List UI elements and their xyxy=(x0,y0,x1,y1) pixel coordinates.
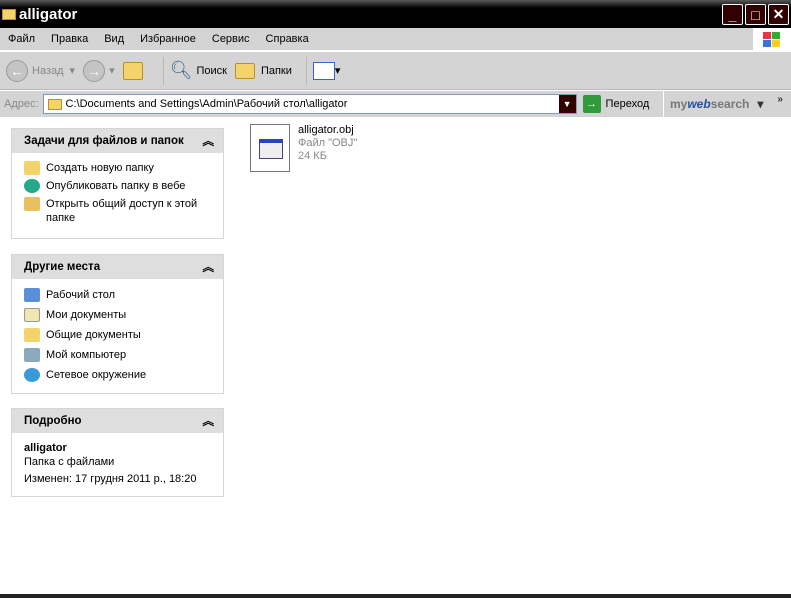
maximize-button[interactable]: □ xyxy=(745,4,766,25)
back-button[interactable]: ← Назад ▾ xyxy=(6,59,75,82)
folder-icon xyxy=(2,8,16,20)
place-shared-documents[interactable]: Общие документы xyxy=(24,328,213,342)
task-label: Создать новую папку xyxy=(46,162,154,174)
details-modified: Изменен: 17 грудня 2011 р., 18:20 xyxy=(24,473,197,485)
desktop-icon xyxy=(24,288,40,302)
minimize-button[interactable]: _ xyxy=(722,4,743,25)
folder-icon xyxy=(24,328,40,342)
tasks-header[interactable]: Задачи для файлов и папок ︽ xyxy=(12,129,223,153)
file-item[interactable]: alligator.obj Файл "OBJ" 24 КБ xyxy=(250,124,357,172)
menu-favorites[interactable]: Избранное xyxy=(132,33,204,45)
forward-arrow-icon: → xyxy=(83,59,106,82)
place-label: Рабочий стол xyxy=(46,289,116,301)
network-icon xyxy=(24,368,40,382)
place-my-computer[interactable]: Мой компьютер xyxy=(24,348,213,362)
brand-my: my xyxy=(670,97,688,111)
place-label: Мои документы xyxy=(46,309,127,321)
task-new-folder[interactable]: Создать новую папку xyxy=(24,161,213,175)
back-label: Назад xyxy=(32,64,64,77)
places-title: Другие места xyxy=(24,261,101,273)
places-header[interactable]: Другие места ︽ xyxy=(12,255,223,279)
divider xyxy=(305,56,307,85)
address-value: C:\Documents and Settings\Admin\Рабочий … xyxy=(65,98,348,110)
documents-icon xyxy=(24,308,40,322)
details-panel: Подробно ︽ alligator Папка с файлами Изме… xyxy=(11,408,224,497)
address-input[interactable]: C:\Documents and Settings\Admin\Рабочий … xyxy=(42,94,577,114)
go-label: Переход xyxy=(605,98,650,110)
folder-icon xyxy=(47,98,62,110)
search-button[interactable]: 🔍︎ Поиск xyxy=(170,60,227,81)
shared-folder-icon xyxy=(24,197,40,211)
task-label: Опубликовать папку в вебе xyxy=(46,180,186,192)
brand-web: web xyxy=(687,97,711,111)
title-bar: alligator _ □ ✕ xyxy=(0,0,791,28)
search-label: Поиск xyxy=(196,64,227,77)
place-network[interactable]: Сетевое окружение xyxy=(24,368,213,382)
details-type: Папка с файлами xyxy=(24,456,115,468)
folder-up-icon xyxy=(122,61,143,80)
mywebsearch-toolbar[interactable]: my web search ▾ » xyxy=(663,91,783,117)
search-icon: 🔍︎ xyxy=(169,60,193,80)
file-name: alligator.obj xyxy=(298,124,354,136)
collapse-icon[interactable]: ︽ xyxy=(203,259,215,275)
go-arrow-icon: → xyxy=(582,95,601,113)
go-button[interactable]: → Переход xyxy=(582,95,650,113)
up-folder-button[interactable] xyxy=(122,61,149,80)
address-label: Адрес: xyxy=(4,98,39,110)
divider xyxy=(162,56,164,85)
chevron-down-icon[interactable]: ▼ xyxy=(558,95,576,113)
tasks-title: Задачи для файлов и папок xyxy=(24,135,184,147)
task-publish-web[interactable]: Опубликовать папку в вебе xyxy=(24,179,213,193)
computer-icon xyxy=(24,348,40,362)
details-name: alligator xyxy=(24,442,67,454)
window-title: alligator xyxy=(19,5,78,23)
views-icon xyxy=(312,61,335,80)
address-bar: Адрес: C:\Documents and Settings\Admin\Р… xyxy=(0,91,791,117)
place-label: Мой компьютер xyxy=(46,349,127,361)
collapse-icon[interactable]: ︽ xyxy=(203,133,215,149)
place-my-documents[interactable]: Мои документы xyxy=(24,308,213,322)
menu-edit[interactable]: Правка xyxy=(43,33,96,45)
toolbar: ← Назад ▾ → ▾ 🔍︎ Поиск Папки ▾ xyxy=(0,52,791,90)
windows-logo-icon xyxy=(753,28,791,51)
file-type: Файл "OBJ" xyxy=(298,137,358,149)
details-header[interactable]: Подробно ︽ xyxy=(12,409,223,433)
folders-icon xyxy=(234,62,255,79)
place-desktop[interactable]: Рабочий стол xyxy=(24,288,213,302)
back-arrow-icon: ← xyxy=(6,59,28,82)
place-label: Общие документы xyxy=(46,329,141,341)
menu-view[interactable]: Вид xyxy=(96,33,132,45)
menu-help[interactable]: Справка xyxy=(258,33,317,45)
window-border xyxy=(0,594,791,598)
globe-icon xyxy=(24,179,40,193)
new-folder-icon xyxy=(24,161,40,175)
more-chevron-icon[interactable]: » xyxy=(777,94,783,105)
brand-search: search xyxy=(710,97,750,111)
task-share-folder[interactable]: Открыть общий доступ к этой папке xyxy=(24,197,213,225)
menu-tools[interactable]: Сервис xyxy=(204,33,258,45)
tasks-panel: Задачи для файлов и папок ︽ Создать новую… xyxy=(11,128,224,239)
place-label: Сетевое окружение xyxy=(46,369,147,381)
folders-label: Папки xyxy=(260,64,292,77)
details-title: Подробно xyxy=(24,415,82,427)
other-places-panel: Другие места ︽ Рабочий стол Мои документы… xyxy=(11,254,224,394)
close-button[interactable]: ✕ xyxy=(768,4,789,25)
collapse-icon[interactable]: ︽ xyxy=(203,413,215,429)
folders-button[interactable]: Папки xyxy=(234,62,292,79)
obj-file-icon xyxy=(250,124,290,172)
views-button[interactable]: ▾ xyxy=(312,61,340,80)
file-size: 24 КБ xyxy=(298,150,327,162)
menu-bar: Файл Правка Вид Избранное Сервис Справка xyxy=(0,28,791,51)
menu-file[interactable]: Файл xyxy=(0,33,43,45)
task-label: Открыть общий доступ к этой папке xyxy=(46,198,198,224)
forward-button[interactable]: → ▾ xyxy=(83,59,115,82)
